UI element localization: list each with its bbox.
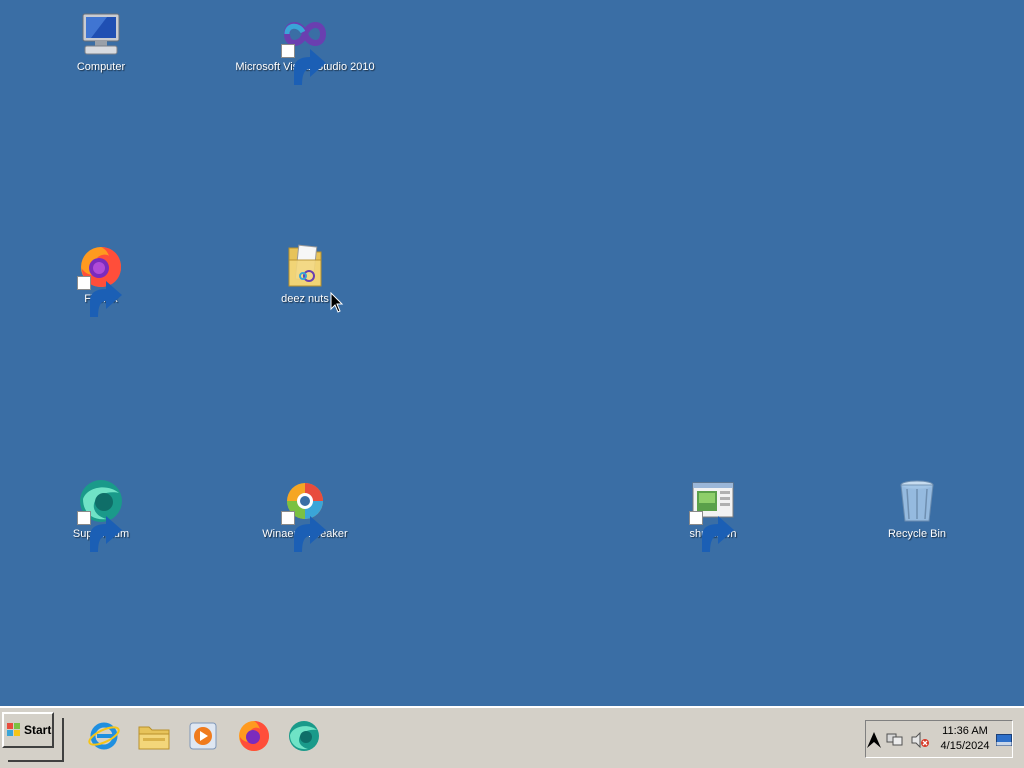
- file-explorer-icon: [138, 726, 170, 750]
- computer-icon: [77, 10, 125, 58]
- desktop-icon-visual-studio[interactable]: Microsoft Visual Studio 2010: [215, 10, 395, 85]
- system-tray: 11:36 AM 4/15/2024: [865, 720, 1013, 758]
- taskbar-internet-explorer-button[interactable]: [86, 718, 122, 754]
- desktop-icon-deez-nuts-folder[interactable]: deez nuts: [215, 242, 395, 312]
- desktop-icon-recycle-bin[interactable]: Recycle Bin: [827, 477, 1007, 547]
- shortcut-arrow-icon: [281, 44, 326, 85]
- visual-studio-icon: [281, 10, 329, 85]
- mouse-cursor-icon: [330, 292, 344, 313]
- taskbar-supermium-button[interactable]: [286, 718, 322, 754]
- internet-explorer-icon: [88, 722, 120, 750]
- taskbar-media-player-button[interactable]: [186, 718, 222, 754]
- winaero-tweaker-icon: [281, 477, 329, 552]
- start-button-face[interactable]: Start: [2, 712, 54, 748]
- taskbar-firefox-button[interactable]: [236, 718, 272, 754]
- shortcut-arrow-icon: [77, 276, 122, 317]
- desktop-icon-label: Computer: [76, 61, 126, 73]
- desktop-icon-shutdown[interactable]: shutdown: [623, 477, 803, 552]
- desktop-icon-winaero-tweaker[interactable]: Winaero Tweaker: [215, 477, 395, 552]
- shutdown-app-icon: [689, 477, 737, 552]
- recycle-bin-icon: [893, 477, 941, 525]
- desktop-icon-label: deez nuts: [281, 293, 329, 305]
- quick-launch-bar: [86, 718, 322, 758]
- supermium-icon: [289, 721, 319, 751]
- supermium-icon: [77, 477, 125, 552]
- windows-flag-icon: [7, 723, 20, 736]
- firefox-icon: [77, 242, 125, 317]
- volume-muted-icon[interactable]: [910, 732, 930, 748]
- desktop[interactable]: Computer Microsoft Visual Studio 2010: [0, 0, 1024, 706]
- show-hidden-icons-arrow[interactable]: [866, 730, 882, 750]
- taskbar: Start 11:36 AM 4/15/2024: [0, 706, 1024, 768]
- shortcut-arrow-icon: [689, 511, 734, 552]
- start-button-label: Start: [24, 723, 52, 737]
- start-button[interactable]: Start: [2, 712, 64, 762]
- show-desktop-icon[interactable]: [996, 734, 1012, 746]
- shortcut-arrow-icon: [281, 511, 326, 552]
- shortcut-arrow-icon: [77, 511, 122, 552]
- desktop-icon-firefox[interactable]: Firefox: [11, 242, 191, 317]
- desktop-icon-label: Recycle Bin: [887, 528, 947, 540]
- desktop-icon-supermium[interactable]: Supermium: [11, 477, 191, 552]
- desktop-icon-computer[interactable]: Computer: [11, 10, 191, 80]
- firefox-icon: [239, 721, 269, 751]
- clock[interactable]: 11:36 AM 4/15/2024: [936, 724, 994, 754]
- clock-date: 4/15/2024: [940, 740, 990, 752]
- clock-time: 11:36 AM: [942, 725, 988, 737]
- taskbar-file-explorer-button[interactable]: [136, 718, 172, 754]
- media-player-icon: [189, 722, 217, 750]
- folder-icon: [281, 242, 329, 290]
- network-icon[interactable]: [886, 732, 904, 748]
